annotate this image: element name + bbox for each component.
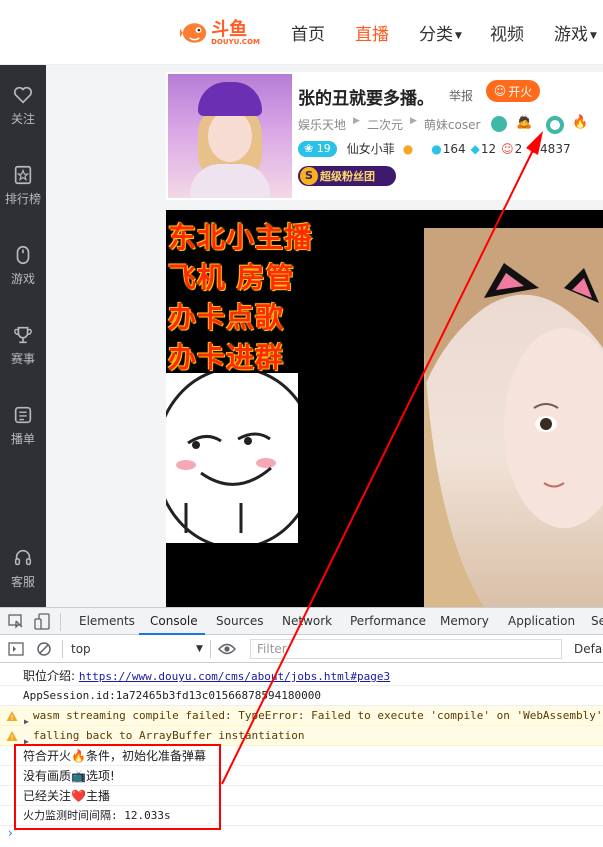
screenshot-root: 斗鱼 DOUYU.COM 首页 直播 分类 ▼ 视频 游戏 ▼ 关注 排行榜 游戏 … — [0, 0, 603, 847]
annotation-arrow — [221, 131, 543, 785]
arrowhead-icon — [526, 131, 543, 155]
